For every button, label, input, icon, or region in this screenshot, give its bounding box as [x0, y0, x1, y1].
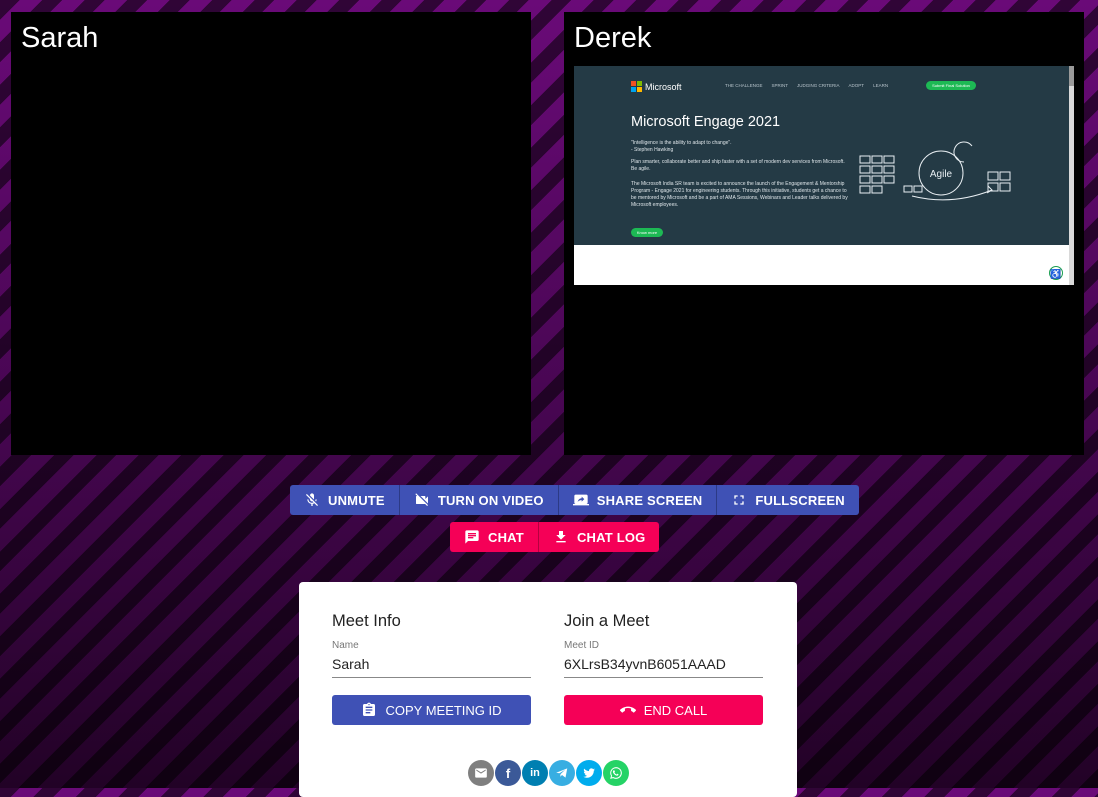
share-buttons: f in	[468, 760, 630, 786]
meet-id-input[interactable]: 6XLrsB34yvnB6051AAAD	[564, 656, 763, 678]
unmute-button[interactable]: UNMUTE	[290, 485, 400, 515]
shared-quote-author: - Stephen Hawking	[631, 147, 674, 153]
shared-nav-item: THE CHALLENGE	[725, 83, 763, 88]
facebook-share-button[interactable]: f	[495, 760, 521, 786]
shared-description: The Microsoft India SR team is excited t…	[631, 181, 848, 208]
chat-icon	[465, 530, 479, 544]
shared-know-more-button: Know more	[631, 228, 663, 237]
join-meet-section: Join a Meet Meet ID 6XLrsB34yvnB6051AAAD…	[564, 612, 763, 725]
shared-page-nav: THE CHALLENGE SPRINT JUDGING CRITERIA AD…	[725, 83, 888, 88]
microsoft-logo: Microsoft	[631, 81, 682, 92]
download-icon	[556, 531, 566, 543]
shared-page-scrollbar	[1069, 66, 1074, 285]
copy-meeting-id-button[interactable]: COPY MEETING ID	[332, 695, 531, 725]
share-screen-label: SHARE SCREEN	[596, 492, 703, 508]
twitter-icon	[583, 768, 595, 778]
join-meet-title: Join a Meet	[564, 612, 650, 630]
meet-id-label: Meet ID	[564, 640, 600, 651]
linkedin-icon: in	[530, 767, 540, 779]
shared-page-hero: Microsoft THE CHALLENGE SPRINT JUDGING C…	[574, 66, 1069, 245]
chat-controls: CHAT CHAT LOG	[450, 522, 660, 552]
microsoft-brand-text: Microsoft	[645, 81, 682, 92]
shared-quote: "Intelligence is the ability to adapt to…	[631, 140, 732, 146]
call-controls: UNMUTE TURN ON VIDEO SHARE SCREEN FULLSC…	[290, 485, 859, 515]
chat-log-button[interactable]: CHAT LOG	[538, 522, 660, 552]
videocam-off-icon	[415, 493, 428, 506]
shared-nav-item: JUDGING CRITERIA	[797, 83, 840, 88]
meet-info-section: Meet Info Name Sarah COPY MEETING ID	[332, 612, 531, 725]
turn-on-video-label: TURN ON VIDEO	[437, 492, 544, 508]
facebook-icon: f	[505, 765, 511, 781]
remote-video-tile: Derek Microsoft THE CHALLENGE SPRINT JUD…	[564, 12, 1084, 455]
email-icon	[475, 768, 487, 778]
call-end-icon	[619, 706, 636, 713]
telegram-icon	[556, 768, 568, 778]
agile-illustration-icon: Agile	[859, 141, 1011, 201]
meet-info-card: Meet Info Name Sarah COPY MEETING ID Joi…	[299, 582, 797, 797]
shared-screen-view: Microsoft THE CHALLENGE SPRINT JUDGING C…	[574, 66, 1074, 285]
name-input[interactable]: Sarah	[332, 656, 531, 678]
shared-nav-item: ADOPT	[848, 83, 865, 88]
meet-info-title: Meet Info	[332, 612, 401, 630]
end-call-button[interactable]: END CALL	[564, 695, 763, 725]
fullscreen-button[interactable]: FULLSCREEN	[717, 485, 859, 515]
telegram-share-button[interactable]	[549, 760, 575, 786]
turn-on-video-button[interactable]: TURN ON VIDEO	[399, 485, 559, 515]
chat-button[interactable]: CHAT	[450, 522, 539, 552]
microsoft-logo-icon	[631, 81, 642, 92]
fullscreen-label: FULLSCREEN	[755, 492, 845, 508]
clipboard-icon	[363, 702, 376, 716]
shared-nav-item: SPRINT	[771, 83, 789, 88]
linkedin-share-button[interactable]: in	[522, 760, 548, 786]
whatsapp-icon	[610, 767, 622, 779]
local-video-tile: Sarah	[11, 12, 531, 455]
shared-nav-item: LEARN	[873, 83, 889, 88]
chat-label: CHAT	[488, 529, 524, 545]
name-label: Name	[332, 640, 359, 651]
end-call-label: END CALL	[643, 702, 708, 718]
mic-off-icon	[306, 493, 318, 506]
email-share-button[interactable]	[468, 760, 494, 786]
shared-submit-button: Submit Final Solution	[926, 81, 976, 90]
share-screen-button[interactable]: SHARE SCREEN	[558, 485, 718, 515]
agile-label: Agile	[930, 169, 953, 180]
participant-name-remote: Derek	[574, 22, 652, 54]
twitter-share-button[interactable]	[576, 760, 602, 786]
whatsapp-share-button[interactable]	[603, 760, 629, 786]
accessibility-icon: ♿	[1049, 266, 1063, 280]
fullscreen-icon	[734, 495, 745, 505]
screen-share-icon	[572, 494, 589, 506]
unmute-label: UNMUTE	[328, 492, 385, 508]
shared-page-title: Microsoft Engage 2021	[631, 114, 781, 130]
participant-name-local: Sarah	[21, 22, 99, 54]
shared-tagline: Plan smarter, collaborate better and shi…	[631, 159, 845, 172]
copy-meeting-id-label: COPY MEETING ID	[385, 702, 502, 718]
chat-log-label: CHAT LOG	[576, 529, 646, 545]
